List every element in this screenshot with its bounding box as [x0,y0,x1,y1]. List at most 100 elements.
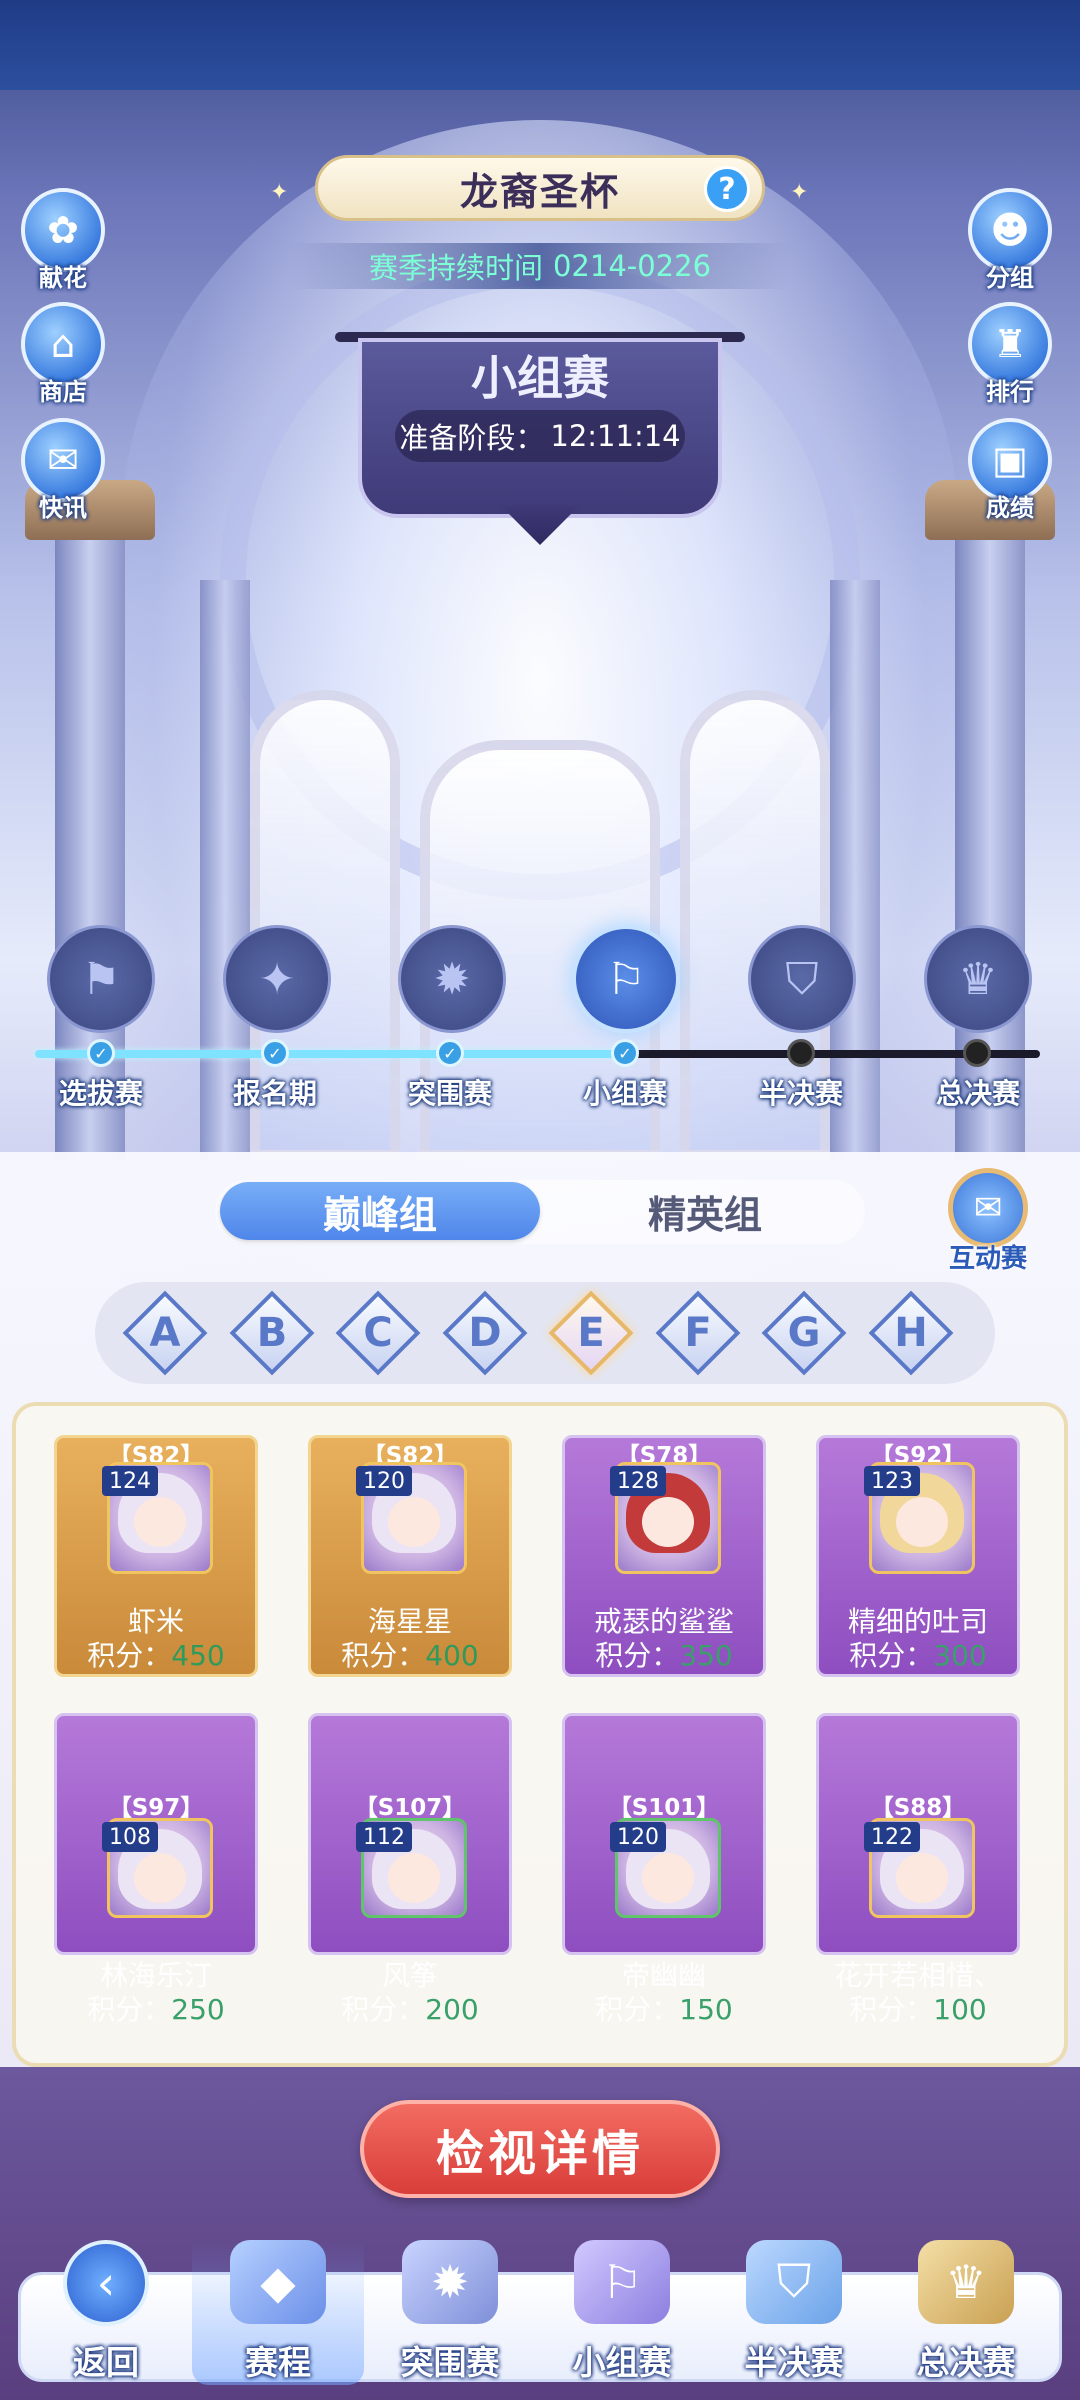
grouping-button-label: 分组 [986,264,1034,292]
group-tab-f[interactable]: F [655,1290,741,1376]
score-label: 积分： [341,1993,426,2026]
player-level: 120 [356,1466,412,1496]
player-card[interactable]: 【S107】 112 风筝 积分：200 [308,1713,512,2026]
group-tab-d[interactable]: D [442,1290,528,1376]
sun-scroll-icon: ✹ [433,953,471,1005]
score-value: 200 [425,1993,479,2026]
interactive-match-icon: ✉ [948,1168,1028,1248]
timeline-stage-breakout[interactable]: ✹ [398,925,506,1033]
player-server: 【S88】 [870,1795,966,1821]
flower-button-label: 献花 [39,264,87,292]
player-card[interactable]: 【S92】 123 精细的吐司 积分：300 [816,1435,1020,1677]
group-letter: D [468,1310,502,1356]
nav-label: 突围赛 [400,2343,500,2382]
player-server: 【S97】 [108,1795,204,1821]
banner-icon: ⚐ [574,2240,670,2324]
player-level: 120 [610,1822,666,1852]
player-level: 123 [864,1466,920,1496]
nav-label: 赛程 [245,2343,311,2382]
player-score: 积分：250 [57,1988,255,2028]
season-duration: 赛季持续时间 0214-0226 [290,243,790,289]
timeline-label: 总决赛 [935,1077,1020,1110]
score-value: 450 [171,1639,225,1672]
score-value: 300 [933,1639,987,1672]
ranking-button[interactable]: ♜ 排行 [965,302,1055,407]
group-tab-a[interactable]: A [122,1290,208,1376]
group-tab-b[interactable]: B [229,1290,315,1376]
results-button[interactable]: ▣ 成绩 [965,418,1055,523]
help-icon[interactable]: ? [704,166,750,212]
player-card[interactable]: 【S82】 124 虾米 积分：450 [54,1435,258,1677]
player-level: 128 [610,1466,666,1496]
nav-label: 返回 [73,2343,139,2382]
score-label: 积分： [87,1993,172,2026]
trophy-icon: ♛ [958,953,998,1005]
group-tab-h[interactable]: H [868,1290,954,1376]
shop-button[interactable]: ⌂ 商店 [18,302,108,407]
nav-group-stage[interactable]: ⚐ 小组赛 [536,2240,708,2385]
score-label: 积分： [595,1639,680,1672]
player-level: 108 [102,1822,158,1852]
timeline-label: 突围赛 [407,1077,492,1110]
player-card[interactable]: 【S78】 128 戒瑟的鲨鲨 积分：350 [562,1435,766,1677]
flower-button[interactable]: ✿ 献花 [18,188,108,293]
grouping-button[interactable]: ☻ 分组 [965,188,1055,293]
timeline-stage-selection[interactable]: ⚑ [47,925,155,1033]
player-card[interactable]: 【S88】 122 花开若相惜、 积分：100 [816,1713,1020,2026]
news-button-label: 快讯 [39,494,87,522]
score-value: 250 [171,1993,225,2026]
player-score: 积分：300 [819,1634,1017,1674]
group-tab-e[interactable]: E [548,1290,634,1376]
news-button[interactable]: ✉ 快讯 [18,418,108,523]
player-level: 124 [102,1466,158,1496]
event-title-banner: 龙裔圣杯 ? [315,155,765,221]
nav-breakout[interactable]: ✹ 突围赛 [364,2240,536,2385]
timeline-label: 小组赛 [582,1077,667,1110]
nav-label: 半决赛 [744,2343,844,2382]
nav-back[interactable]: ‹ 返回 [20,2240,192,2385]
page-title: 龙裔圣杯 [459,169,620,214]
nav-schedule[interactable]: ◆ 赛程 [192,2240,364,2385]
tab-elite-group[interactable]: 精英组 [545,1182,865,1240]
inspect-details-button[interactable]: 检视详情 [360,2100,720,2198]
nav-semifinal[interactable]: ⛉ 半决赛 [708,2240,880,2385]
nav-final[interactable]: ♛ 总决赛 [880,2240,1052,2385]
interactive-match-label: 互动赛 [948,1244,1027,1274]
score-label: 积分： [87,1639,172,1672]
crystal-sword-icon: ◆ [230,2240,326,2324]
group-letter: G [787,1310,821,1356]
player-score: 积分：400 [311,1634,509,1674]
shield-icon: ⛉ [746,2240,842,2324]
score-label: 积分： [341,1639,426,1672]
tab-peak-group[interactable]: 巅峰组 [220,1182,540,1240]
player-server: 【S107】 [354,1795,466,1821]
trophy-icon: ♛ [918,2240,1014,2324]
timeline-label: 选拔赛 [58,1077,143,1110]
player-card[interactable]: 【S97】 108 林海乐汀 积分：250 [54,1713,258,2026]
timeline-check-icon: ✓ [611,1039,639,1067]
player-card[interactable]: 【S82】 120 海星星 积分：400 [308,1435,512,1677]
timeline-label: 半决赛 [758,1077,843,1110]
season-label: 赛季持续时间 [368,251,543,285]
group-letter: F [684,1310,712,1356]
interactive-match-button[interactable]: ✉ 互动赛 [935,1168,1041,1275]
player-score: 积分：450 [57,1634,255,1674]
group-letter: C [363,1310,393,1356]
player-score: 积分：350 [565,1634,763,1674]
timeline-stage-signup[interactable]: ✦ [223,925,331,1033]
timeline-check-icon: ✓ [87,1039,115,1067]
timeline-stage-semifinal[interactable]: ⛉ [748,925,856,1033]
timeline-stage-group[interactable]: ⚐ [572,925,680,1033]
player-level: 122 [864,1822,920,1852]
timeline-stage-final[interactable]: ♛ [924,925,1032,1033]
player-level: 112 [356,1822,412,1852]
player-score: 积分：200 [311,1988,509,2028]
top-status-strip [0,0,1080,90]
timeline-label: 报名期 [232,1077,317,1110]
group-tab-g[interactable]: G [761,1290,847,1376]
timeline-dot [787,1039,815,1067]
player-card[interactable]: 【S101】 120 帝幽幽 积分：150 [562,1713,766,2026]
group-tab-c[interactable]: C [335,1290,421,1376]
group-letter: E [577,1310,605,1356]
score-value: 100 [933,1993,987,2026]
